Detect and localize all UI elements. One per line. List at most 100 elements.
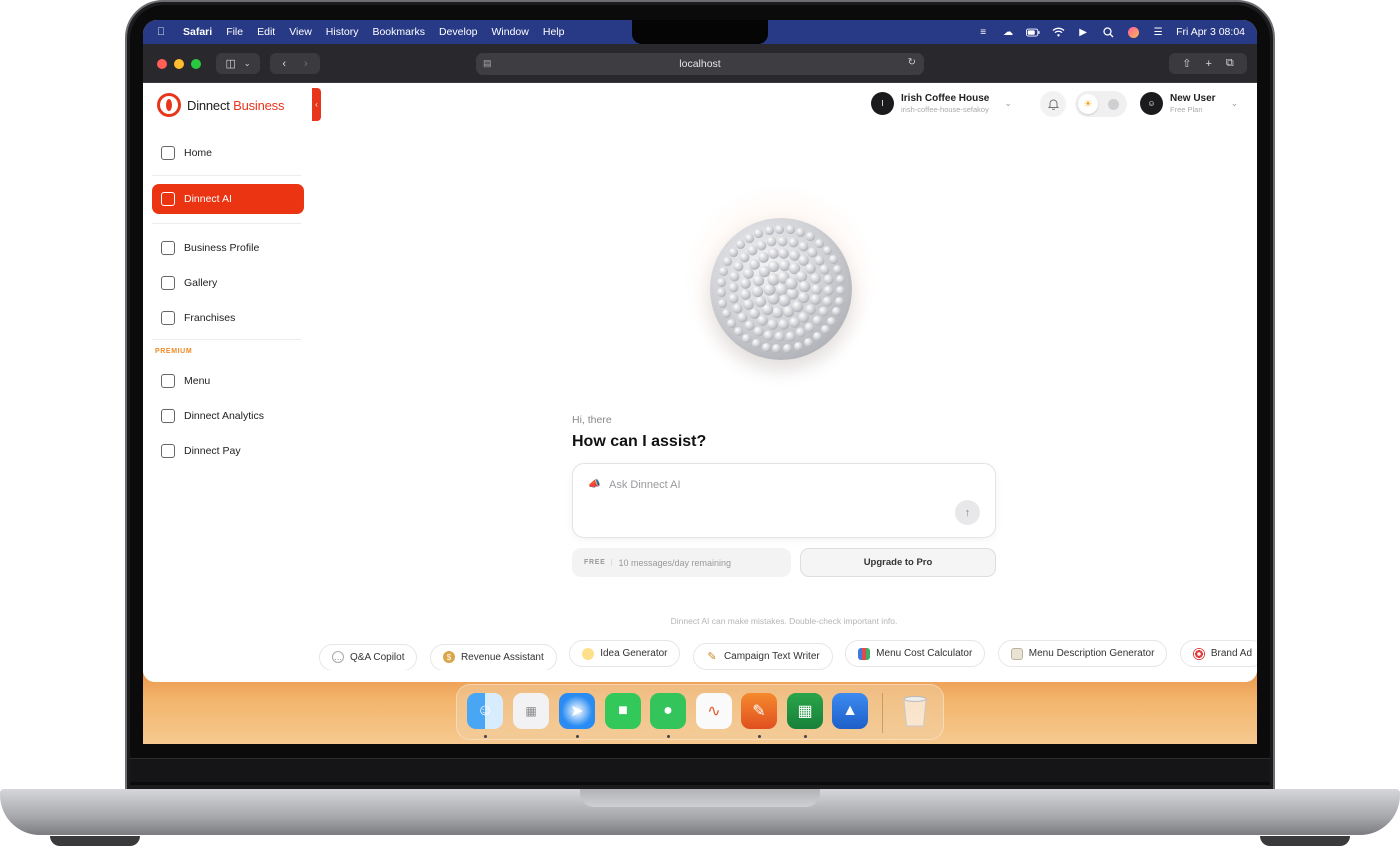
chip-campaign-text-writer[interactable]: ✎ Campaign Text Writer <box>692 642 833 670</box>
menu-help[interactable]: Help <box>543 26 565 38</box>
orb-bubble <box>716 288 726 298</box>
address-bar[interactable]: ▤ localhost ↻ <box>476 53 924 75</box>
chip-revenue-assistant[interactable]: $ Revenue Assistant <box>429 643 557 670</box>
orb-bubble <box>815 238 825 248</box>
orb-bubble <box>798 311 809 323</box>
orb-bubble <box>740 278 751 289</box>
orb-bubble <box>835 275 845 285</box>
orb-bubble <box>733 261 744 272</box>
menu-edit[interactable]: Edit <box>257 26 275 38</box>
orb-bubble <box>777 236 788 246</box>
orb-bubble <box>818 306 829 317</box>
sidebar: Dinnect Business ‹ Home Dinnect AI Busin… <box>143 83 321 682</box>
menu-file[interactable]: File <box>226 26 243 38</box>
orb-bubble <box>822 246 832 256</box>
send-button[interactable]: ↑ <box>955 500 980 525</box>
sidebar-item-gallery[interactable]: Gallery <box>152 268 304 298</box>
bar-chart-icon <box>858 647 871 660</box>
numbers-icon[interactable]: ▦ <box>787 693 823 729</box>
play-icon[interactable]: ▶ <box>1076 26 1090 38</box>
wifi-icon[interactable] <box>1051 26 1065 38</box>
brand-name: Dinnect Business <box>187 97 285 113</box>
page-menu-icon[interactable]: ▤ <box>483 58 493 68</box>
orb-bubble <box>751 285 763 298</box>
menu-view[interactable]: View <box>289 26 312 38</box>
orb-bubble <box>764 225 774 235</box>
dock-separator <box>882 693 883 733</box>
orb-bubble <box>782 344 793 354</box>
camera-notch <box>632 20 768 44</box>
chip-brand-ad[interactable]: Brand Ad <box>1179 640 1257 667</box>
notifications-button[interactable] <box>1040 91 1066 117</box>
messages-icon[interactable]: ● <box>650 693 686 729</box>
new-tab-icon[interactable]: + <box>1205 58 1211 70</box>
orb-bubble <box>828 254 838 265</box>
chip-idea-generator[interactable]: Idea Generator <box>569 640 681 667</box>
orb-bubble <box>747 245 758 256</box>
finder-icon[interactable]: ☺ <box>467 693 503 729</box>
keynote-icon[interactable]: ▲ <box>832 693 868 729</box>
chip-menu-description-generator[interactable]: Menu Description Generator <box>997 640 1168 667</box>
toolbar-actions: ⇧ + ⧉ <box>1169 53 1247 74</box>
clock[interactable]: Fri Apr 3 08:04 <box>1176 26 1245 38</box>
ask-input[interactable] <box>607 474 967 496</box>
menu-app-name[interactable]: Safari <box>183 26 212 38</box>
user-menu[interactable]: ☺ New User Free Plan ⌄ <box>1140 92 1238 115</box>
brand-logo[interactable]: Dinnect Business <box>157 93 284 117</box>
orb-bubble <box>721 309 731 319</box>
sidebar-item-business-profile[interactable]: Business Profile <box>152 233 304 263</box>
collapse-sidebar-button[interactable]: ‹ <box>312 88 321 121</box>
chevron-down-icon: ⌄ <box>1230 98 1239 108</box>
sidebar-item-pay[interactable]: Dinnect Pay <box>152 436 304 466</box>
sidebar-item-menu[interactable]: Menu <box>152 366 304 396</box>
orb-bubble <box>782 306 795 318</box>
freeform-icon[interactable]: ∿ <box>696 693 732 729</box>
back-icon[interactable]: ‹ <box>282 58 286 70</box>
battery-icon[interactable] <box>1026 26 1040 38</box>
theme-toggle[interactable]: ☀ <box>1075 91 1127 117</box>
orb-bubble <box>761 342 771 352</box>
sidebar-item-home[interactable]: Home <box>152 138 304 168</box>
building-icon <box>161 241 175 255</box>
orb-bubble <box>812 332 822 342</box>
script-icon[interactable]: ≡ <box>976 26 990 38</box>
tool-chips: … Q&A Copilot $ Revenue Assistant Idea Gen… <box>319 640 1257 670</box>
apple-menu-icon[interactable]:  <box>157 26 169 38</box>
menu-history[interactable]: History <box>326 26 359 38</box>
share-icon[interactable]: ⇧ <box>1182 57 1191 70</box>
control-center-icon[interactable]: ☰ <box>1151 26 1165 38</box>
menu-bookmarks[interactable]: Bookmarks <box>372 26 425 38</box>
orb-bubble <box>719 267 729 277</box>
close-window-button[interactable] <box>157 59 167 69</box>
sun-icon: ☀ <box>1078 94 1098 114</box>
sidebar-item-franchises[interactable]: Franchises <box>152 303 304 333</box>
forward-icon[interactable]: › <box>304 58 308 70</box>
safari-icon[interactable]: ➤ <box>559 693 595 729</box>
sidebar-toggle-button[interactable]: ◫ ⌄ <box>216 53 260 74</box>
business-avatar: I <box>871 92 894 115</box>
business-switcher[interactable]: I Irish Coffee House irish-coffee-house-… <box>871 92 1012 115</box>
launchpad-icon[interactable]: ▦ <box>513 693 549 729</box>
siri-icon[interactable] <box>1126 26 1140 38</box>
menu-window[interactable]: Window <box>492 26 529 38</box>
chat-input-box: 📣 ↑ <box>572 463 996 538</box>
sidebar-item-dinnect-ai[interactable]: Dinnect AI <box>152 184 304 214</box>
reload-icon[interactable]: ↻ <box>908 57 916 68</box>
zoom-window-button[interactable] <box>191 59 201 69</box>
trash-icon[interactable] <box>897 693 933 729</box>
megaphone-icon: 📣 <box>588 479 601 490</box>
minimize-window-button[interactable] <box>174 59 184 69</box>
sidebar-item-analytics[interactable]: Dinnect Analytics <box>152 401 304 431</box>
chip-menu-cost-calculator[interactable]: Menu Cost Calculator <box>845 640 986 667</box>
facetime-icon[interactable]: ■ <box>605 693 641 729</box>
address-text: localhost <box>679 58 721 70</box>
pages-icon[interactable]: ✎ <box>741 693 777 729</box>
chip-qa-copilot[interactable]: … Q&A Copilot <box>319 643 418 670</box>
menu-develop[interactable]: Develop <box>439 26 478 38</box>
tab-overview-icon[interactable]: ⧉ <box>1226 57 1234 70</box>
spotlight-icon[interactable] <box>1101 26 1115 38</box>
upgrade-button[interactable]: Upgrade to Pro <box>800 548 996 577</box>
orb-bubble <box>744 233 754 243</box>
cloud-icon[interactable]: ☁ <box>1001 26 1015 38</box>
orb-bubble <box>767 260 780 272</box>
